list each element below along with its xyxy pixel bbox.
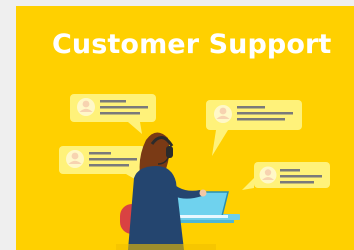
- user-avatar-icon: [259, 166, 277, 184]
- user-avatar-icon: [77, 98, 95, 116]
- chat-bubble-lower-right: [242, 162, 330, 190]
- chat-bubble-middle-left: [59, 146, 145, 182]
- customer-support-banner: Customer Support: [16, 6, 354, 250]
- chat-bubble-top-left: [70, 94, 156, 134]
- user-avatar-icon: [66, 150, 84, 168]
- support-illustration: [59, 94, 330, 250]
- user-avatar-icon: [214, 105, 232, 123]
- chat-bubble-top-right: [206, 100, 302, 156]
